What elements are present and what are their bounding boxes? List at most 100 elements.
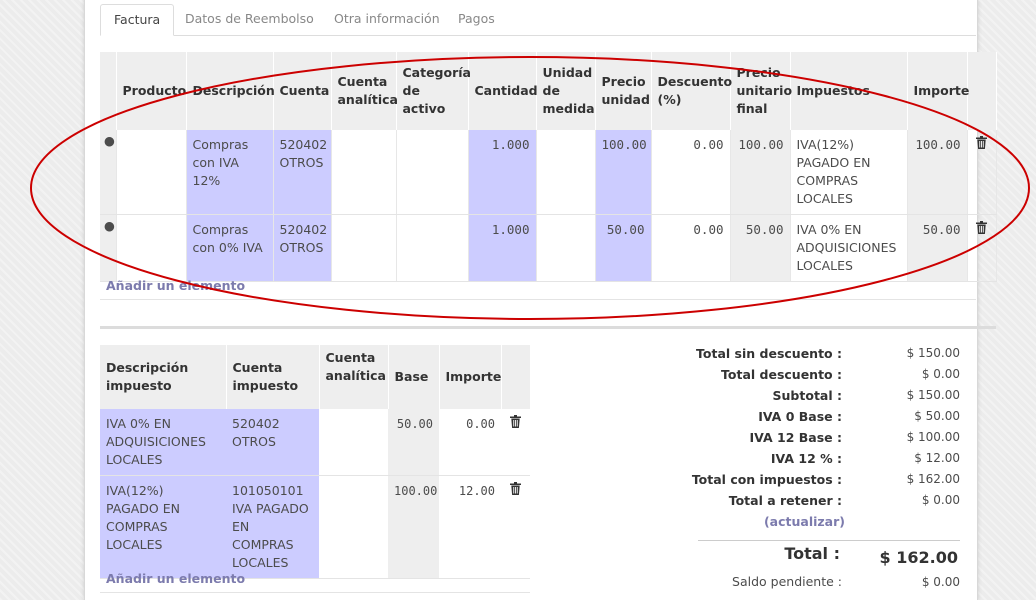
cell-cantidad[interactable]: 1.000 — [468, 130, 537, 215]
cell-cuenta-impuesto[interactable]: 101050101 IVA PAGADO EN COMPRAS LOCALES — [226, 475, 319, 579]
cell-impuestos[interactable]: IVA 0% EN ADQUISICIONES LOCALES — [790, 214, 908, 282]
total-value: $ 150.00 — [906, 346, 960, 360]
total-label: Total a retener : — [728, 493, 842, 508]
total-label: Total descuento : — [721, 367, 842, 382]
cell-producto[interactable] — [116, 130, 187, 215]
cell-cuenta-impuesto[interactable]: 520402 OTROS — [226, 409, 319, 476]
row-handle[interactable]: ● — [100, 130, 117, 215]
total-row: IVA 12 % : $ 12.00 — [690, 451, 960, 472]
col-base[interactable]: Base — [388, 345, 440, 409]
delete-row-button[interactable] — [501, 475, 530, 579]
totals-panel: Total sin descuento : $ 150.00 Total desc… — [690, 346, 960, 589]
col-unidad-medida[interactable]: Unidad de medida — [536, 52, 596, 130]
total-row: IVA 0 Base : $ 50.00 — [690, 409, 960, 430]
cell-importe: 100.00 — [907, 130, 968, 215]
cell-categoria[interactable] — [396, 214, 469, 282]
tab-factura[interactable]: Factura — [100, 4, 175, 36]
cell-precio[interactable]: 100.00 — [595, 130, 652, 215]
divider — [698, 540, 960, 541]
col-importe[interactable]: Importe — [439, 345, 502, 409]
handle-header — [100, 52, 117, 130]
total-label: Subtotal : — [772, 388, 842, 403]
table-row[interactable]: IVA(12%) PAGADO EN COMPRAS LOCALES 10105… — [100, 475, 530, 579]
invoice-lines-table: Producto Descripción Cuenta Cuenta analí… — [100, 52, 997, 282]
cell-unidad[interactable] — [536, 214, 596, 282]
update-row: (actualizar) — [690, 514, 960, 534]
tab-pagos[interactable]: Pagos — [445, 4, 508, 34]
col-cuenta-impuesto[interactable]: Cuenta impuesto — [226, 345, 320, 409]
delete-row-button[interactable] — [967, 214, 997, 282]
cell-cantidad[interactable]: 1.000 — [468, 214, 537, 282]
cell-descripcion[interactable]: Compras con 0% IVA — [186, 214, 274, 282]
col-cuenta[interactable]: Cuenta — [273, 52, 332, 130]
total-label: IVA 12 Base : — [749, 430, 842, 445]
total-row: Total sin descuento : $ 150.00 — [690, 346, 960, 367]
cell-cuenta-analitica[interactable] — [319, 409, 388, 476]
col-impuestos[interactable]: Impuestos — [790, 52, 908, 130]
total-label: IVA 0 Base : — [758, 409, 842, 424]
add-line-link[interactable]: Añadir un elemento — [106, 278, 245, 293]
pending-value: $ 0.00 — [921, 575, 960, 589]
notebook-tabs: Factura Datos de Reembolso Otra informac… — [100, 4, 976, 36]
grand-total-label: Total : — [784, 544, 840, 563]
total-row: IVA 12 Base : $ 100.00 — [690, 430, 960, 451]
cell-cuenta[interactable]: 520402 OTROS — [273, 214, 332, 282]
col-precio-unidad[interactable]: Precio unidad — [595, 52, 652, 130]
cell-impuestos[interactable]: IVA(12%) PAGADO EN COMPRAS LOCALES — [790, 130, 908, 215]
delete-header — [501, 345, 531, 409]
cell-categoria[interactable] — [396, 130, 469, 215]
cell-cuenta-analitica[interactable] — [319, 475, 388, 579]
delete-header — [967, 52, 997, 130]
delete-row-button[interactable] — [967, 130, 997, 215]
cell-cuenta-analitica[interactable] — [331, 130, 397, 215]
cell-importe[interactable]: 12.00 — [439, 475, 501, 579]
col-categoria-activo[interactable]: Categoría de activo — [396, 52, 471, 130]
cell-cuenta[interactable]: 520402 OTROS — [273, 130, 332, 215]
cell-precio[interactable]: 50.00 — [595, 214, 652, 282]
update-link[interactable]: (actualizar) — [764, 514, 845, 529]
cell-unidad[interactable] — [536, 130, 596, 215]
divider — [100, 592, 530, 593]
table-row[interactable]: ● Compras con 0% IVA 520402 OTROS 1.000 … — [100, 214, 997, 282]
add-tax-link[interactable]: Añadir un elemento — [106, 571, 245, 586]
row-handle[interactable]: ● — [100, 214, 117, 282]
cell-descripcion-impuesto[interactable]: IVA(12%) PAGADO EN COMPRAS LOCALES — [100, 475, 226, 579]
col-descripcion[interactable]: Descripción — [186, 52, 275, 130]
col-importe[interactable]: Importe — [907, 52, 969, 130]
grand-total-value: $ 162.00 — [879, 548, 958, 567]
cell-cuenta-analitica[interactable] — [331, 214, 397, 282]
cell-descripcion-impuesto[interactable]: IVA 0% EN ADQUISICIONES LOCALES — [100, 409, 226, 476]
cell-producto[interactable] — [116, 214, 187, 282]
col-cuenta-analitica[interactable]: Cuenta analítica — [319, 345, 389, 409]
total-value: $ 150.00 — [906, 388, 960, 402]
total-label: IVA 12 % : — [770, 451, 842, 466]
table-row[interactable]: IVA 0% EN ADQUISICIONES LOCALES 520402 O… — [100, 409, 530, 476]
total-label: Total sin descuento : — [696, 346, 842, 361]
tab-otra-informacion[interactable]: Otra información — [321, 4, 453, 34]
cell-importe: 50.00 — [907, 214, 968, 282]
trash-icon — [976, 136, 987, 149]
total-value: $ 12.00 — [914, 451, 960, 465]
cell-descuento[interactable]: 0.00 — [651, 214, 731, 282]
col-cantidad[interactable]: Cantidad — [468, 52, 538, 130]
col-precio-final[interactable]: Precio unitario final — [730, 52, 792, 130]
total-row: Total descuento : $ 0.00 — [690, 367, 960, 388]
pending-label: Saldo pendiente : — [732, 574, 842, 589]
col-producto[interactable]: Producto — [116, 52, 187, 130]
col-cuenta-analitica[interactable]: Cuenta analítica — [331, 52, 398, 130]
cell-precio-final: 100.00 — [730, 130, 791, 215]
divider — [100, 299, 976, 300]
tax-lines-table: Descripción impuesto Cuenta impuesto Cue… — [100, 345, 531, 579]
cell-precio-final: 50.00 — [730, 214, 791, 282]
cell-base: 50.00 — [388, 409, 439, 476]
total-value: $ 162.00 — [906, 472, 960, 486]
table-row[interactable]: ● Compras con IVA 12% 520402 OTROS 1.000… — [100, 130, 997, 215]
col-descripcion-impuesto[interactable]: Descripción impuesto — [100, 345, 227, 409]
col-descuento[interactable]: Descuento (%) — [651, 52, 732, 130]
cell-descripcion[interactable]: Compras con IVA 12% — [186, 130, 274, 215]
cell-importe[interactable]: 0.00 — [439, 409, 501, 476]
tab-datos-reembolso[interactable]: Datos de Reembolso — [172, 4, 327, 34]
cell-descuento[interactable]: 0.00 — [651, 130, 731, 215]
total-row: Total a retener : $ 0.00 — [690, 493, 960, 514]
delete-row-button[interactable] — [501, 409, 530, 476]
